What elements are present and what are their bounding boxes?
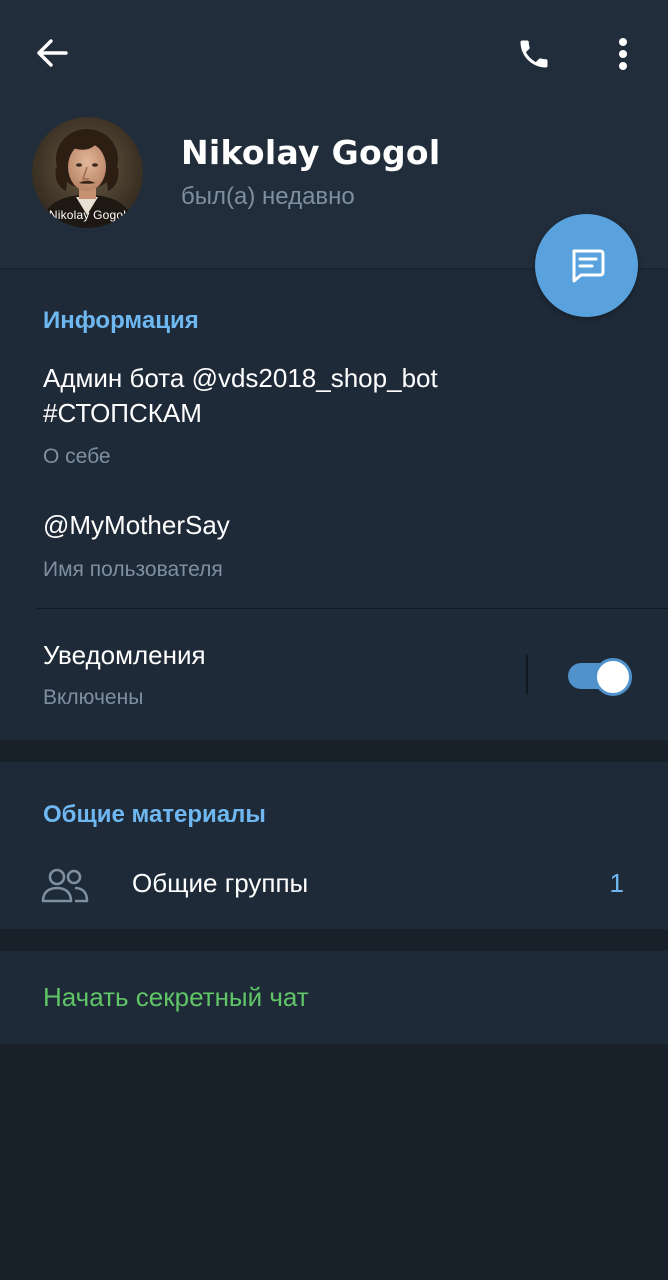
avatar-caption: Nikolay Gogol (48, 208, 127, 222)
notifications-label: Уведомления (43, 640, 206, 670)
shared-section-title: Общие материалы (43, 801, 266, 828)
profile-status: был(а) недавно (181, 183, 355, 210)
bio-label: О себе (43, 445, 111, 468)
start-secret-chat-button[interactable]: Начать секретный чат (43, 982, 309, 1013)
info-section: Информация Админ бота @vds2018_shop_bot … (0, 270, 668, 740)
message-icon (572, 249, 604, 282)
profile-name: Nikolay Gogol (181, 133, 441, 172)
common-groups-label: Общие группы (132, 868, 309, 898)
notifications-status: Включены (43, 686, 144, 709)
people-icon (41, 868, 89, 903)
bio-line-2: #СТОПСКАМ (43, 398, 202, 428)
arrow-left-icon (37, 39, 68, 67)
more-vertical-icon (619, 38, 627, 70)
shared-media-section: Общие материалы Общие группы 1 (0, 762, 668, 929)
notifications-toggle[interactable] (566, 657, 632, 696)
avatar[interactable]: Nikolay Gogol (32, 117, 143, 228)
back-button[interactable] (22, 28, 82, 78)
secret-chat-section: Начать секретный чат (0, 951, 668, 1044)
bio-line-1: Админ бота @vds2018_shop_bot (43, 363, 438, 393)
username-value: @MyMotherSay (43, 510, 230, 540)
vertical-separator (526, 655, 528, 695)
divider (37, 608, 668, 609)
more-options-button[interactable] (598, 26, 648, 82)
call-button[interactable] (506, 26, 562, 82)
common-groups-count: 1 (609, 868, 624, 898)
info-section-title: Информация (43, 307, 199, 334)
phone-icon (520, 40, 548, 68)
username-label: Имя пользователя (43, 558, 223, 581)
message-button[interactable] (535, 214, 638, 317)
toggle-knob (594, 658, 632, 696)
